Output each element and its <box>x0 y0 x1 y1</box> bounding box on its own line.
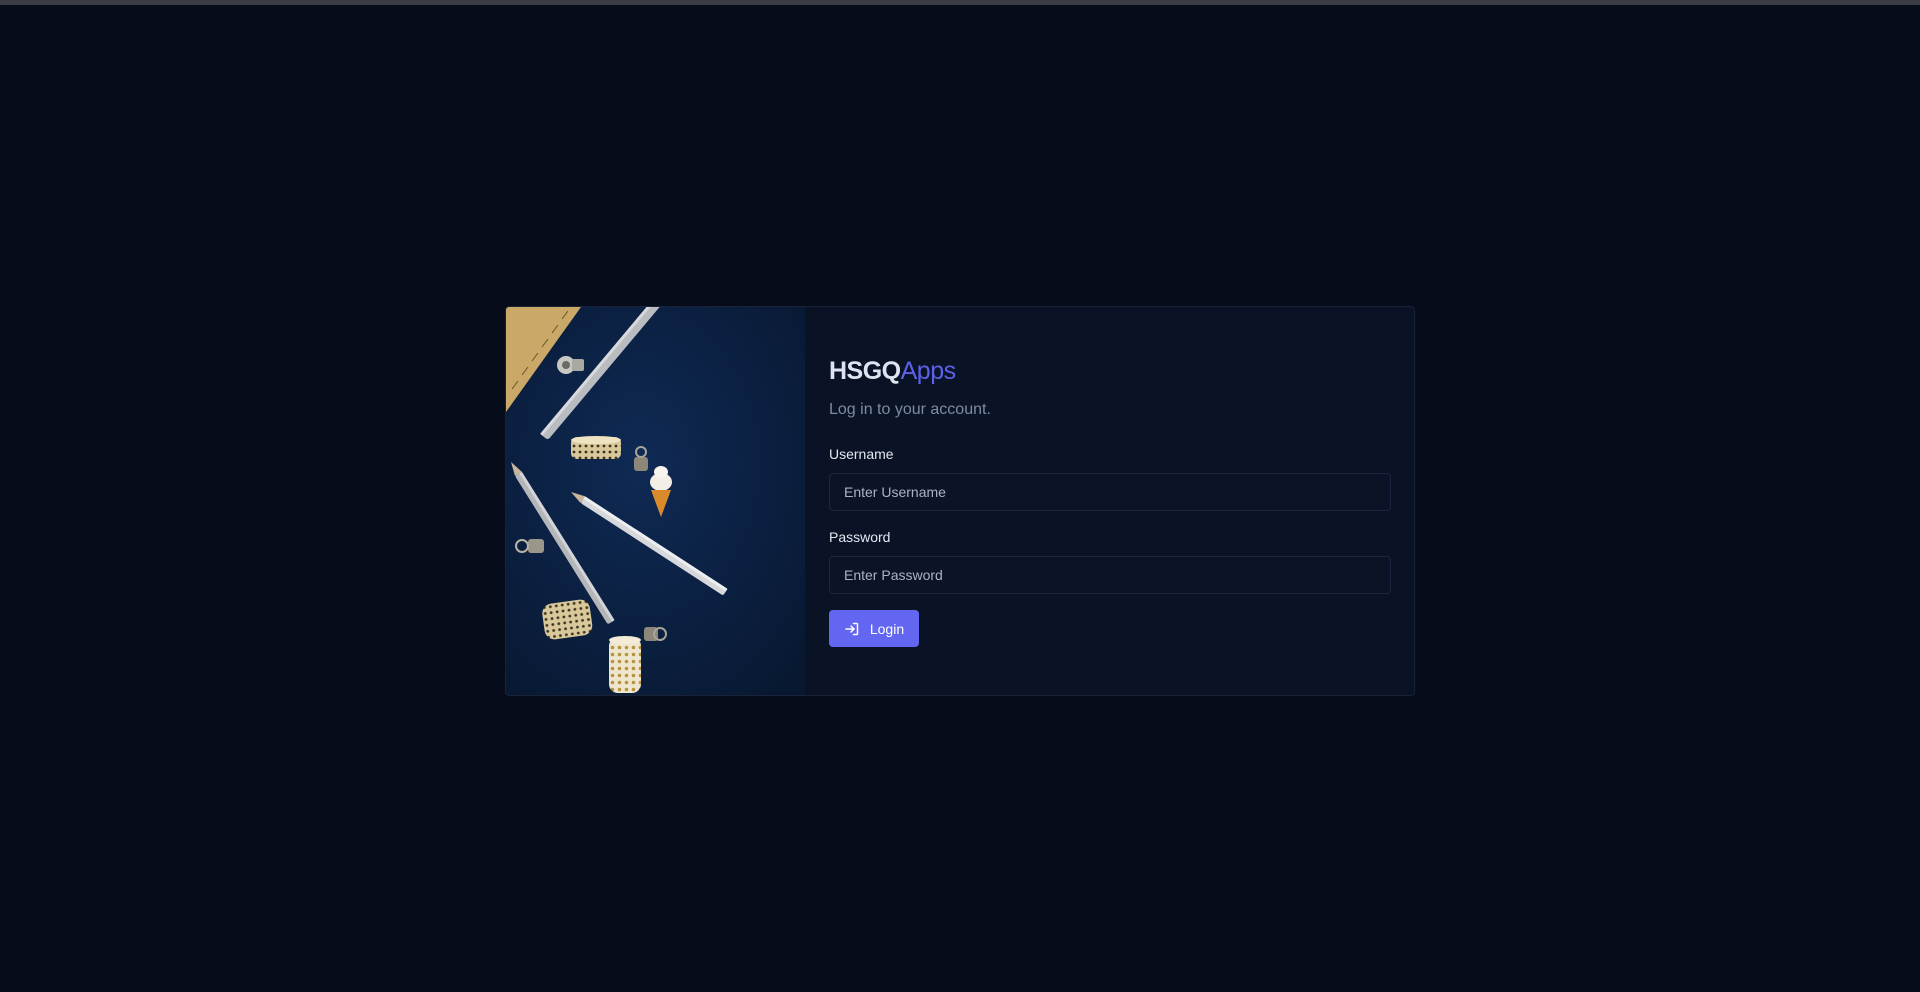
username-label: Username <box>829 446 894 462</box>
brand-accent: Apps <box>900 357 956 385</box>
login-subtitle: Log in to your account. <box>829 401 991 418</box>
login-form: HSGQApps Log in to your account. Usernam… <box>805 307 1414 695</box>
brand-name: HSGQ <box>829 357 901 385</box>
password-label: Password <box>829 529 891 545</box>
login-button-label: Login <box>869 620 905 637</box>
username-input[interactable] <box>829 473 1391 511</box>
brand-logo: HSGQApps <box>829 359 956 384</box>
stationery-photo <box>506 307 805 695</box>
browser-top-strip <box>0 0 1920 5</box>
password-input[interactable] <box>829 556 1391 594</box>
login-icon <box>844 621 860 637</box>
login-card: HSGQApps Log in to your account. Usernam… <box>505 306 1415 696</box>
login-button[interactable]: Login <box>829 610 919 647</box>
